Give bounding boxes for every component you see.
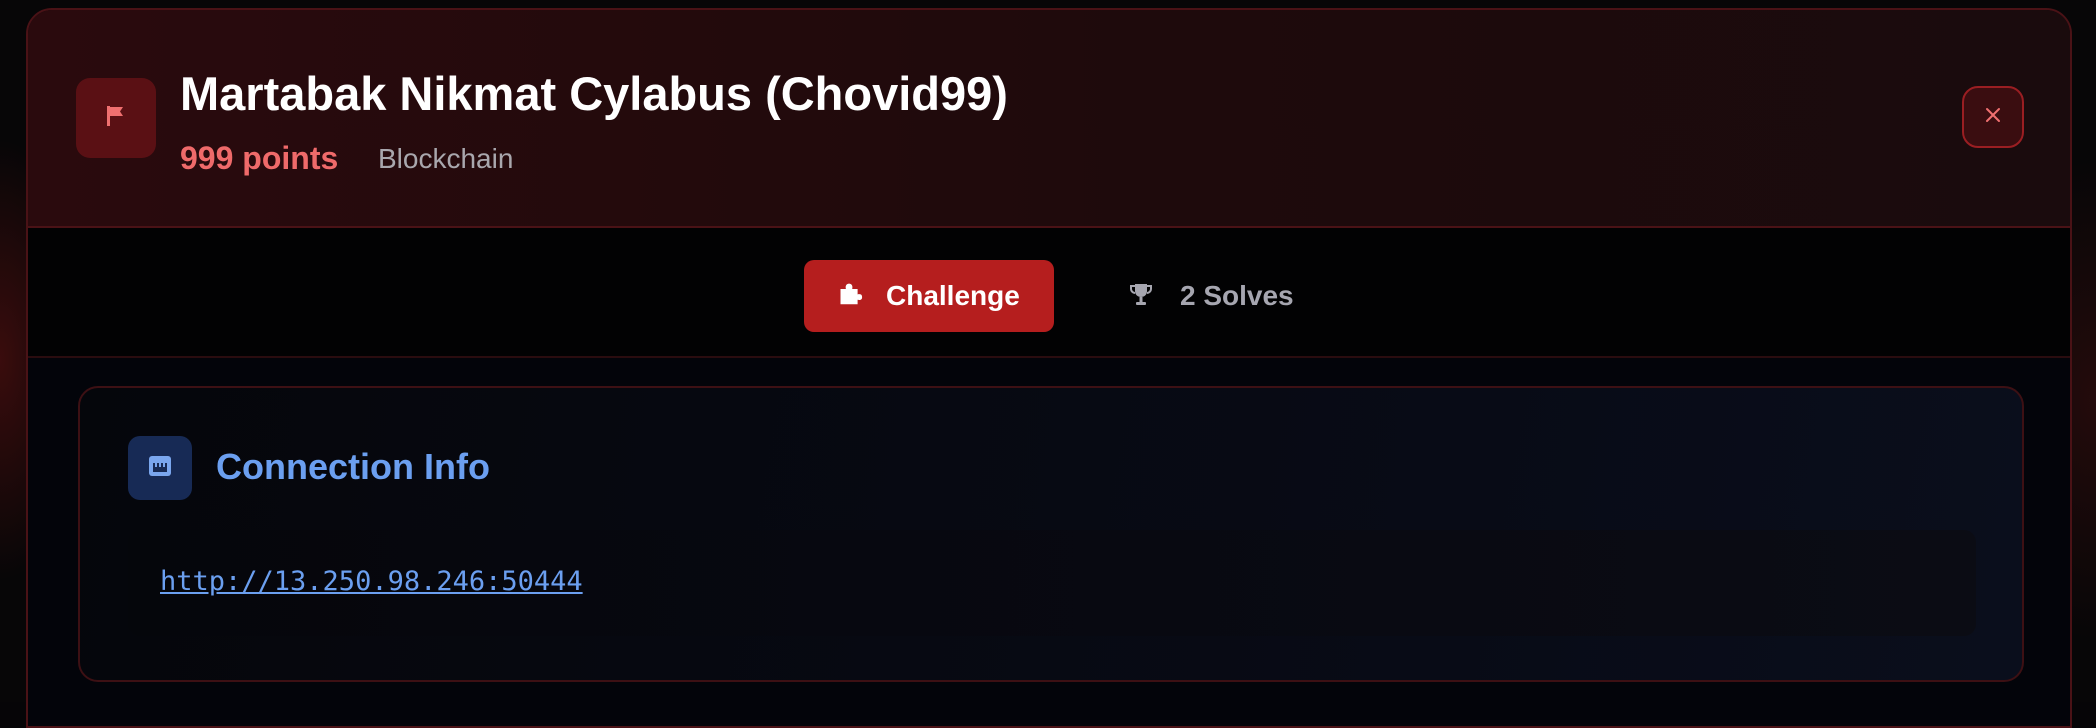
tab-challenge-label: Challenge <box>886 280 1020 311</box>
challenge-modal: Martabak Nikmat Cylabus (Chovid99) 999 p… <box>26 8 2072 728</box>
puzzle-icon <box>836 280 864 313</box>
connection-icon-badge <box>128 436 192 500</box>
connection-url-box: http://13.250.98.246:50444 <box>128 530 1976 636</box>
tab-solves[interactable]: 2 Solves <box>1128 260 1294 332</box>
challenge-title: Martabak Nikmat Cylabus (Chovid99) <box>180 67 1008 120</box>
trophy-icon <box>1128 281 1154 312</box>
flag-icon-badge <box>76 78 156 158</box>
close-icon <box>1984 106 2002 129</box>
ethernet-icon <box>146 452 174 485</box>
challenge-points: 999 points <box>180 140 339 176</box>
close-button[interactable] <box>1962 86 2024 148</box>
connection-info-card: Connection Info http://13.250.98.246:504… <box>78 386 2024 682</box>
tab-bar: Challenge 2 Solves <box>28 228 2070 358</box>
modal-header: Martabak Nikmat Cylabus (Chovid99) 999 p… <box>28 10 2070 228</box>
challenge-content: Connection Info http://13.250.98.246:504… <box>28 358 2070 726</box>
flag-icon <box>103 103 129 134</box>
challenge-category: Blockchain <box>378 143 514 174</box>
tab-solves-label: 2 Solves <box>1180 280 1294 311</box>
connection-url-link[interactable]: http://13.250.98.246:50444 <box>160 566 583 597</box>
tab-challenge[interactable]: Challenge <box>804 260 1054 332</box>
connection-info-title: Connection Info <box>216 446 490 487</box>
